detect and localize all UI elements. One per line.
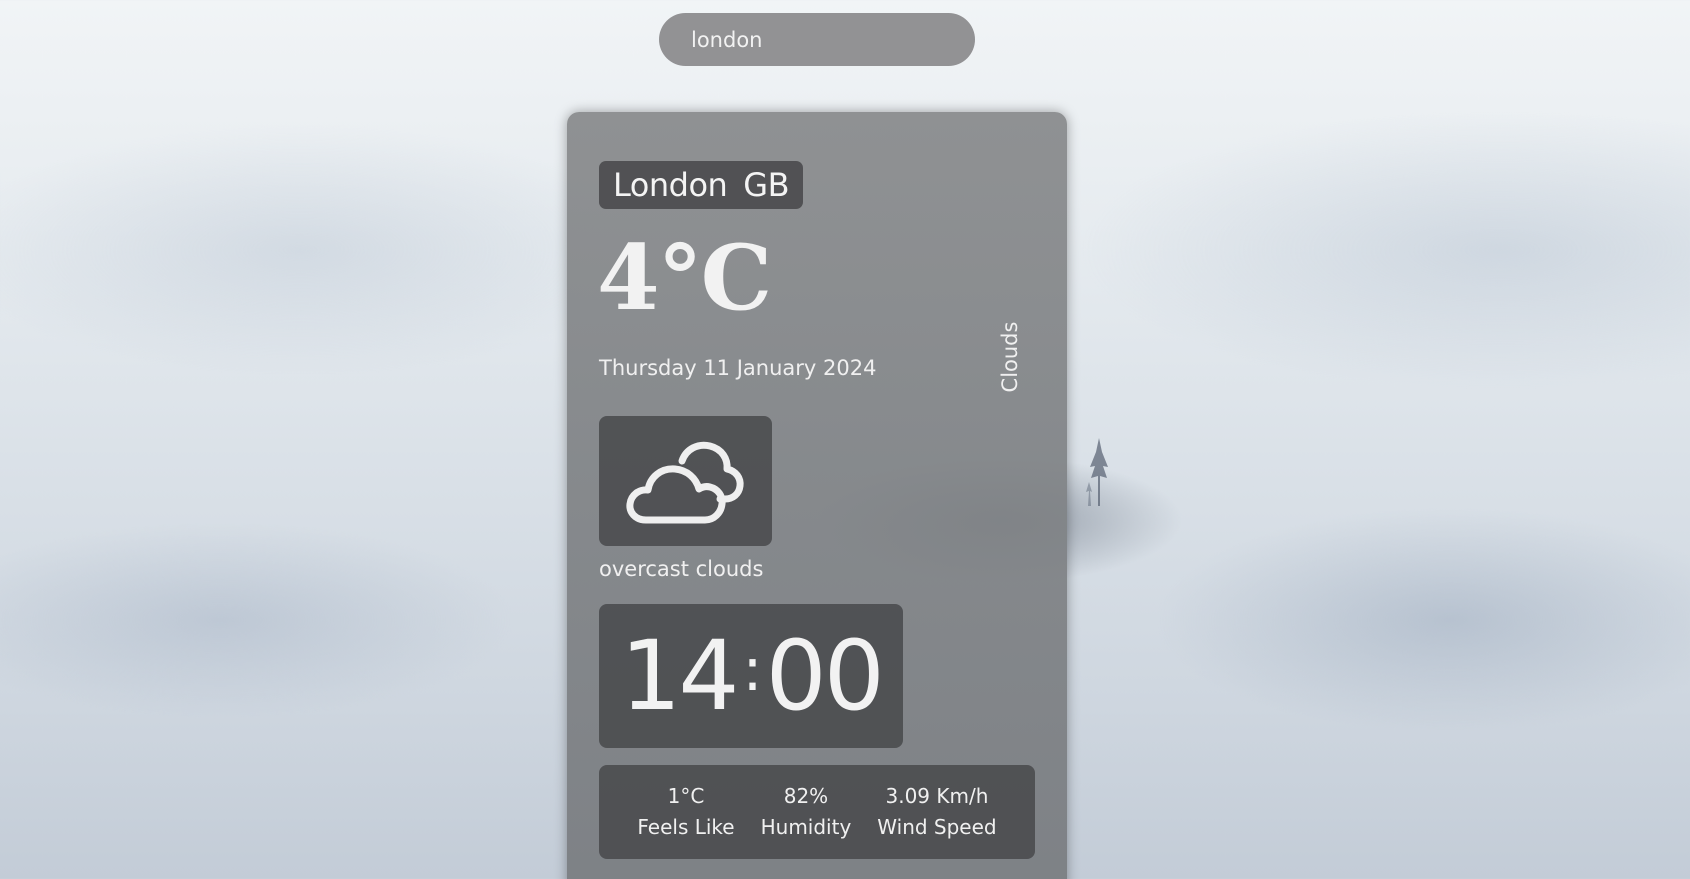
stat-label: Wind Speed: [877, 815, 997, 839]
city-name: London: [613, 166, 728, 204]
weather-card: London GB 4°C Thursday 11 January 2024 Cl…: [567, 112, 1067, 879]
weather-description: overcast clouds: [599, 557, 764, 581]
stat-feels-like: 1°C Feels Like: [637, 781, 734, 843]
cloudy-icon: [625, 441, 744, 524]
weather-condition-label: Clouds: [998, 321, 1022, 393]
country-code: GB: [743, 166, 790, 204]
search-bar: [659, 13, 975, 66]
clock-minutes: 00: [765, 620, 885, 732]
weather-icon-tile: [599, 416, 772, 546]
stat-label: Humidity: [760, 815, 852, 839]
clock-separator: :: [742, 635, 762, 705]
location-badge: London GB: [599, 161, 804, 209]
stat-label: Feels Like: [637, 815, 735, 839]
weather-condition-vertical: Clouds: [995, 312, 1025, 402]
current-date: Thursday 11 January 2024: [599, 356, 877, 380]
stat-value: 3.09 Km/h: [885, 784, 989, 808]
weather-stats: 1°C Feels Like 82% Humidity 3.09 Km/h Wi…: [599, 765, 1035, 859]
clock-tile: 14:00: [599, 604, 903, 748]
background-tree-silhouette: [1086, 436, 1120, 506]
clock-hours: 14: [620, 620, 739, 732]
stat-wind-speed: 3.09 Km/h Wind Speed: [877, 781, 996, 843]
search-input[interactable]: [689, 26, 945, 53]
stat-value: 82%: [783, 784, 829, 808]
temperature: 4°C: [597, 225, 772, 331]
stat-humidity: 82% Humidity: [761, 781, 852, 843]
stat-value: 1°C: [667, 784, 705, 808]
